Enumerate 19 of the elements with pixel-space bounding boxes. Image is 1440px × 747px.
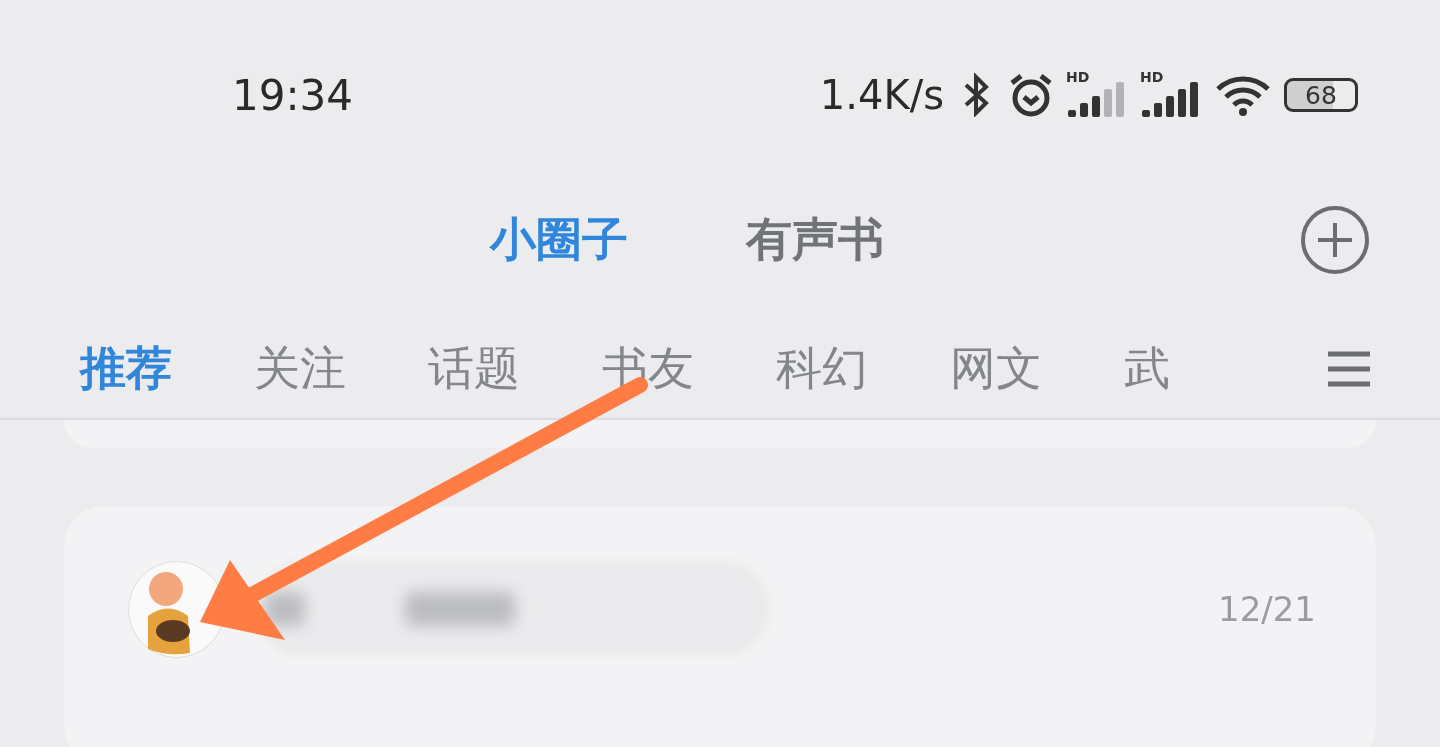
wifi-icon: [1214, 73, 1272, 117]
network-speed: 1.4K/s: [819, 72, 944, 118]
category-tab[interactable]: 关注: [254, 338, 346, 400]
category-tab[interactable]: 话题: [428, 338, 520, 400]
post-date: 12/21: [1218, 589, 1316, 629]
main-tab[interactable]: 有声书: [746, 209, 884, 271]
category-tab[interactable]: 科幻: [776, 338, 868, 400]
avatar[interactable]: [128, 561, 225, 658]
category-tab[interactable]: 网文: [950, 338, 1042, 400]
main-tab[interactable]: 小圈子: [490, 209, 628, 271]
menu-icon[interactable]: [1328, 351, 1370, 387]
status-time: 19:34: [232, 70, 354, 120]
category-tab[interactable]: 推荐: [80, 338, 172, 400]
battery-percent: 68: [1305, 80, 1337, 110]
add-icon[interactable]: [1300, 205, 1370, 275]
category-tab[interactable]: 武: [1124, 338, 1170, 400]
hd-label: HD: [1140, 69, 1164, 85]
alarm-icon: [1008, 73, 1054, 117]
hd-label: HD: [1066, 69, 1090, 85]
